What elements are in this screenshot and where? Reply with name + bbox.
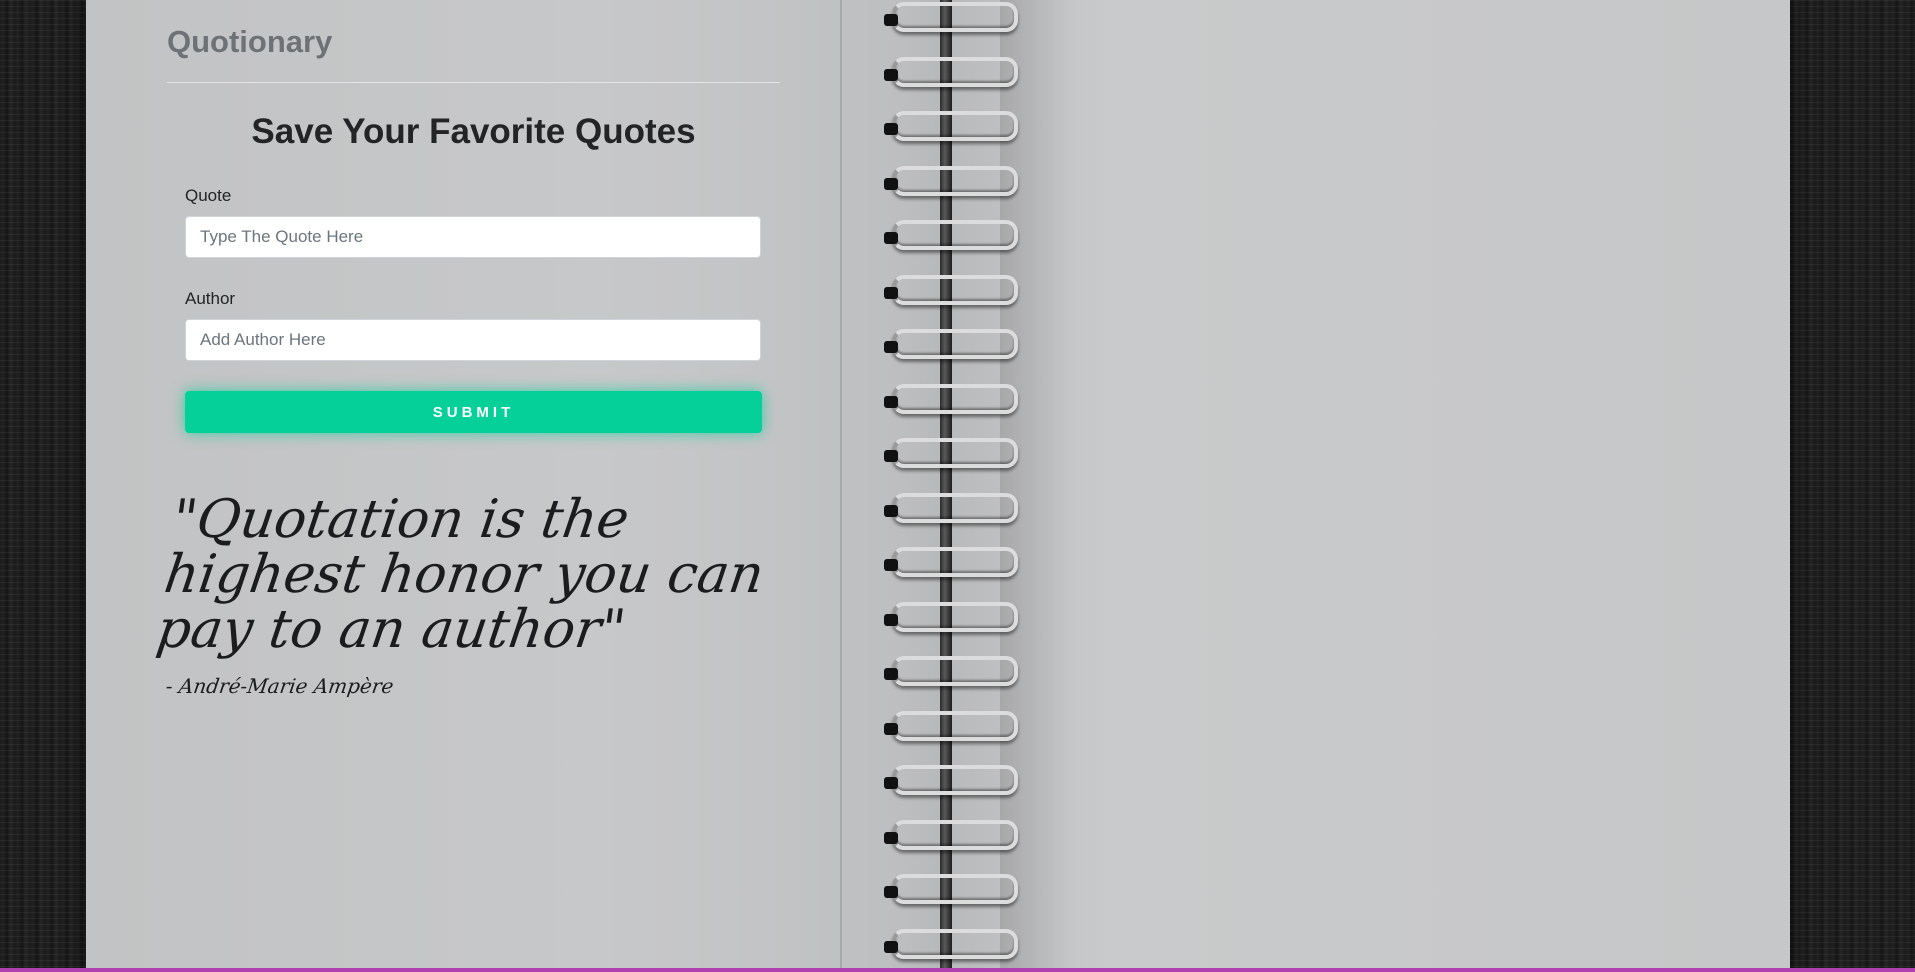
spiral-hole xyxy=(884,504,898,517)
spiral-ring xyxy=(892,165,1018,196)
spiral-hole xyxy=(884,886,898,898)
form-title: Save Your Favorite Quotes xyxy=(251,112,696,151)
quote-input[interactable] xyxy=(185,216,761,258)
spiral-hole xyxy=(884,722,898,735)
author-label: Author xyxy=(185,289,236,308)
spiral-ring xyxy=(892,383,1018,414)
brand-logo[interactable]: Quotionary xyxy=(167,24,332,60)
spiral-ring xyxy=(892,274,1018,305)
spiral-hole xyxy=(884,777,898,789)
spiral-ring xyxy=(892,601,1018,632)
quote-label: Quote xyxy=(185,186,232,205)
spiral-ring xyxy=(892,2,1018,32)
spiral-binding xyxy=(884,0,1034,972)
spiral-hole xyxy=(884,177,898,190)
spiral-hole xyxy=(884,559,898,571)
spiral-hole xyxy=(884,123,898,135)
spiral-hole xyxy=(884,940,898,953)
header-divider xyxy=(167,82,780,83)
spiral-hole xyxy=(884,286,898,299)
spiral-hole xyxy=(884,68,898,81)
spiral-hole xyxy=(884,395,898,408)
spiral-hole xyxy=(884,341,898,353)
spiral-hole xyxy=(884,450,898,462)
spiral-ring xyxy=(892,710,1018,741)
spiral-ring xyxy=(892,492,1018,523)
spiral-ring xyxy=(892,765,1018,795)
spiral-hole xyxy=(884,831,898,844)
page-fold xyxy=(840,0,842,972)
submit-button[interactable]: SUBMIT xyxy=(185,391,762,433)
spiral-ring xyxy=(892,547,1018,577)
spiral-hole xyxy=(884,14,898,26)
spiral-hole xyxy=(884,668,898,680)
spiral-ring xyxy=(892,874,1018,904)
spiral-ring xyxy=(892,329,1018,359)
spiral-ring xyxy=(892,111,1018,141)
spiral-ring xyxy=(892,438,1018,468)
spiral-ring xyxy=(892,819,1018,850)
spiral-hole xyxy=(884,232,898,244)
featured-quote-author: - André-Marie Ampère xyxy=(164,674,396,698)
featured-quote-text: "Quotation is the highest honor you can … xyxy=(152,489,768,660)
spiral-ring xyxy=(892,928,1018,959)
background-photo: Quotionary Save Your Favorite Quotes Quo… xyxy=(0,0,1915,972)
spiral-ring xyxy=(892,56,1018,87)
window-bottom-edge xyxy=(0,968,1915,972)
spiral-ring xyxy=(892,220,1018,250)
spiral-hole xyxy=(884,613,898,626)
author-input[interactable] xyxy=(185,319,761,361)
spiral-ring xyxy=(892,656,1018,686)
